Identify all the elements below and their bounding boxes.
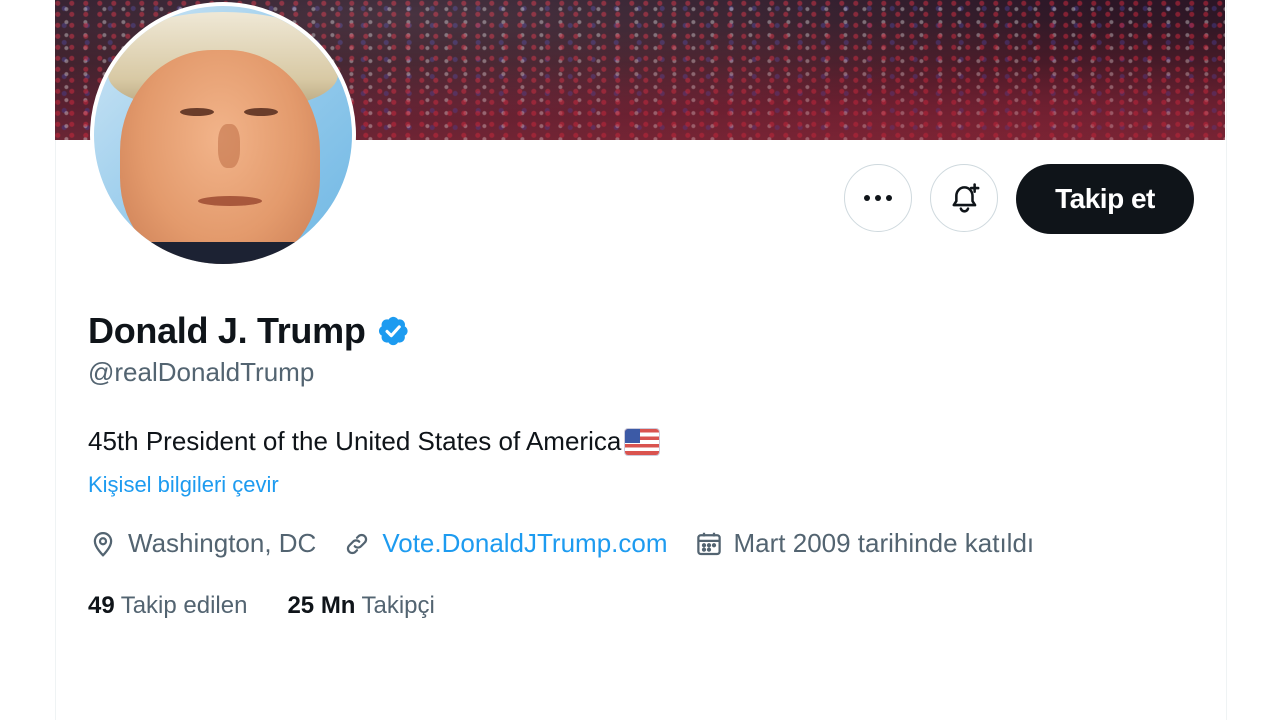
location-pin-icon bbox=[93, 531, 113, 557]
notify-button[interactable] bbox=[930, 164, 998, 232]
more-button[interactable] bbox=[844, 164, 912, 232]
profile-avatar[interactable] bbox=[90, 2, 356, 268]
bio-text: 45th President of the United States of A… bbox=[88, 426, 622, 456]
following-label: Takip edilen bbox=[120, 592, 248, 619]
avatar-mouth bbox=[198, 196, 262, 206]
website-item[interactable]: Vote.DonaldJTrump.com bbox=[342, 528, 668, 559]
joined-text: Mart 2009 tarihinde katıldı bbox=[733, 528, 1035, 558]
followers-label: Takipçi bbox=[361, 592, 435, 619]
location-item: Washington, DC bbox=[88, 528, 316, 559]
following-count: 49 bbox=[88, 592, 115, 619]
translate-bio-link[interactable]: Kişisel bilgileri çevir bbox=[88, 472, 279, 498]
follow-button-label: Takip et bbox=[1055, 183, 1155, 214]
following-stat[interactable]: 49 Takip edilen bbox=[88, 592, 247, 620]
follow-button[interactable]: Takip et bbox=[1016, 164, 1194, 234]
profile-name-row: Donald J. Trump bbox=[88, 310, 410, 352]
avatar-nose bbox=[218, 124, 240, 168]
more-icon bbox=[864, 195, 892, 201]
verified-badge-icon[interactable] bbox=[376, 314, 410, 348]
website-link[interactable]: Vote.DonaldJTrump.com bbox=[382, 528, 667, 559]
link-icon bbox=[347, 533, 368, 554]
bell-plus-icon bbox=[952, 183, 980, 213]
calendar-icon bbox=[696, 532, 721, 555]
followers-count: 25 Mn bbox=[287, 592, 356, 619]
profile-handle: @realDonaldTrump bbox=[88, 357, 315, 387]
profile-bio: 45th President of the United States of A… bbox=[88, 426, 660, 457]
avatar-eye-right bbox=[244, 108, 278, 116]
profile-name: Donald J. Trump bbox=[88, 310, 366, 351]
avatar-eye-left bbox=[180, 108, 214, 116]
profile-meta: Washington, DC Vote.DonaldJTrump.com Mar… bbox=[88, 528, 1060, 559]
joined-item: Mart 2009 tarihinde katıldı bbox=[694, 528, 1035, 559]
profile-stats: 49 Takip edilen 25 Mn Takipçi bbox=[88, 592, 475, 620]
location-text: Washington, DC bbox=[128, 528, 317, 558]
followers-stat[interactable]: 25 Mn Takipçi bbox=[287, 592, 434, 620]
us-flag-icon bbox=[625, 428, 660, 455]
